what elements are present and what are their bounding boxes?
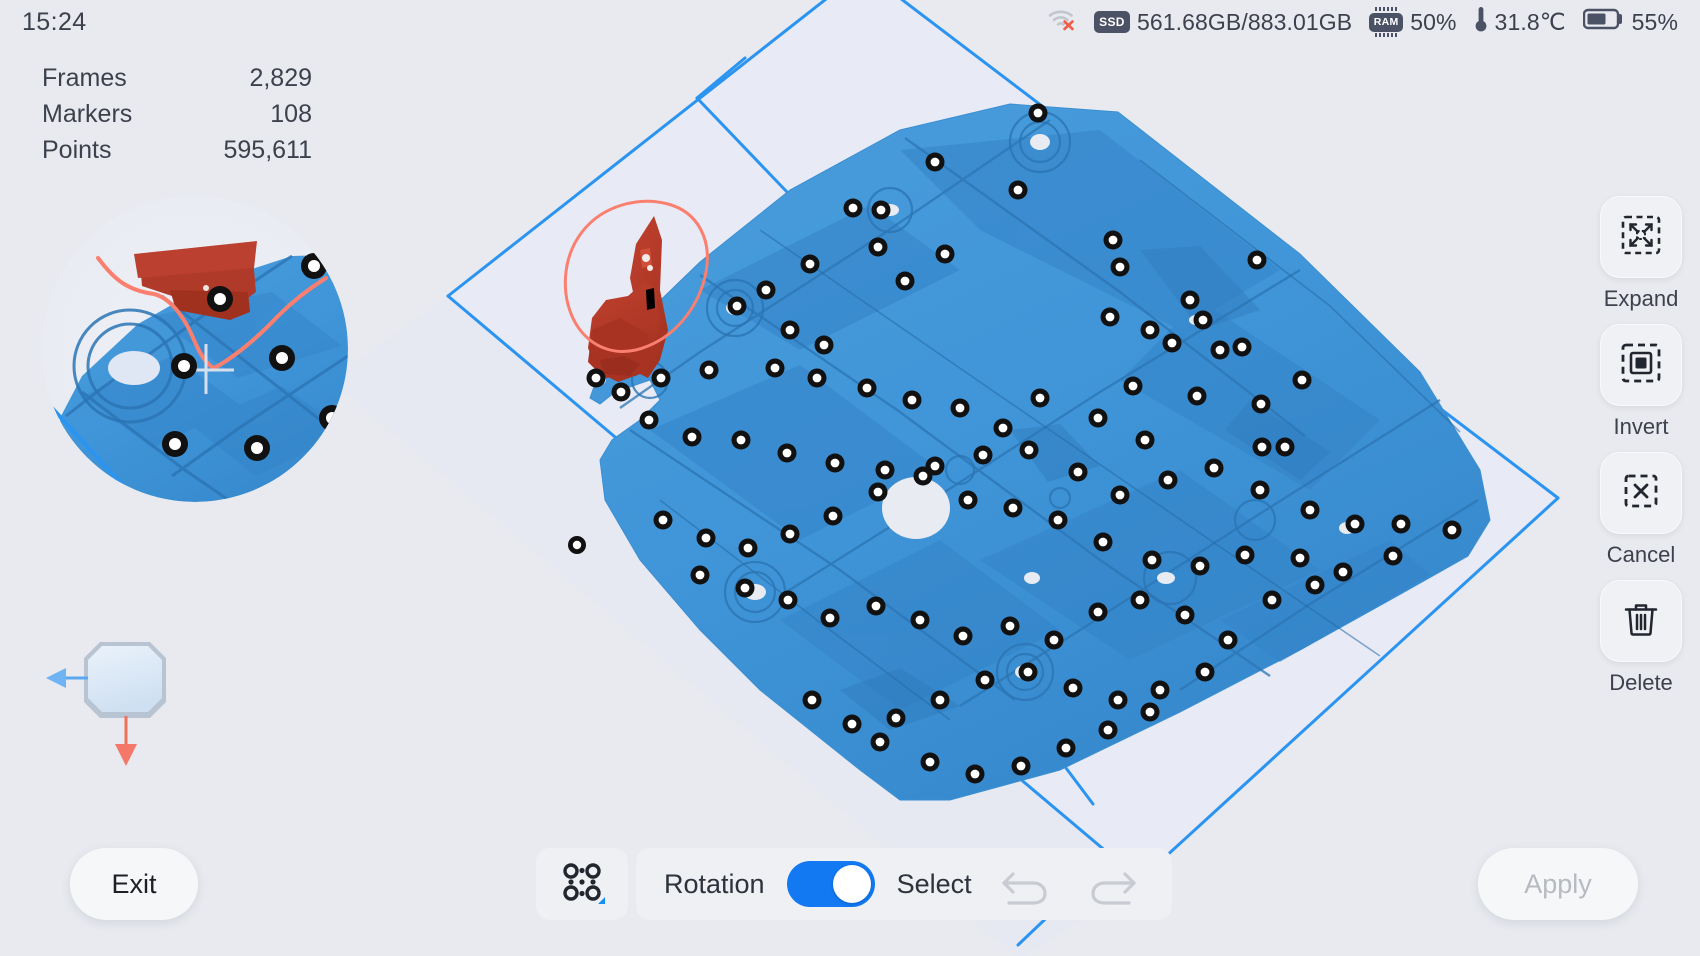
exit-button[interactable]: Exit (70, 848, 198, 920)
expand-button[interactable]: Expand (1600, 196, 1682, 312)
gizmo-axis-x (46, 668, 88, 688)
storage-status[interactable]: SSD 561.68GB/883.01GB (1094, 9, 1352, 36)
apply-button[interactable]: Apply (1478, 848, 1638, 920)
cancel-selection-icon (1620, 470, 1662, 517)
invert-button[interactable]: Invert (1600, 324, 1682, 440)
thermometer-icon (1474, 5, 1488, 39)
wifi-off-icon (1047, 7, 1077, 37)
redo-button[interactable] (1080, 862, 1144, 906)
toggle-knob (833, 865, 871, 903)
expand-label: Expand (1604, 286, 1679, 312)
cancel-button[interactable]: Cancel (1600, 452, 1682, 568)
undo-button[interactable] (994, 862, 1058, 906)
battery-icon (1583, 7, 1625, 37)
stat-value-points: 595,611 (223, 132, 312, 168)
orientation-gizmo[interactable] (38, 620, 208, 780)
isolated-marker (568, 536, 586, 554)
rotation-select-panel: Rotation Select (636, 848, 1172, 920)
gizmo-cube (84, 642, 166, 718)
memory-status[interactable]: RAM 50% (1369, 7, 1456, 37)
stat-row-markers: Markers 108 (42, 96, 312, 132)
undo-icon (999, 862, 1053, 906)
stat-value-markers: 108 (270, 96, 312, 132)
mode-toolbar: Rotation Select (536, 848, 1172, 920)
memory-value: 50% (1410, 9, 1456, 36)
magnifier-preview (42, 196, 348, 502)
stat-label-frames: Frames (42, 60, 127, 96)
wifi-status[interactable] (1047, 7, 1077, 37)
temperature-value: 31.8℃ (1495, 9, 1566, 36)
scan-stats-panel: Frames 2,829 Markers 108 Points 595,611 (42, 60, 312, 168)
cancel-label: Cancel (1607, 542, 1675, 568)
invert-label: Invert (1613, 414, 1668, 440)
marker-pattern-icon (558, 858, 606, 911)
redo-icon (1085, 862, 1139, 906)
ram-icon: RAM (1369, 7, 1403, 37)
marker-tool-button[interactable] (536, 848, 628, 920)
stat-label-points: Points (42, 132, 111, 168)
expand-selection-icon (1620, 214, 1662, 261)
stat-label-markers: Markers (42, 96, 132, 132)
delete-button[interactable]: Delete (1600, 580, 1682, 696)
stat-row-frames: Frames 2,829 (42, 60, 312, 96)
rotation-mode-label[interactable]: Rotation (664, 869, 765, 900)
trash-icon (1620, 598, 1662, 645)
ssd-icon: SSD (1094, 11, 1130, 33)
storage-value: 561.68GB/883.01GB (1137, 9, 1352, 36)
stat-value-frames: 2,829 (249, 60, 312, 96)
invert-selection-icon (1620, 342, 1662, 389)
stat-row-points: Points 595,611 (42, 132, 312, 168)
selection-toolbar: Expand Invert (1600, 196, 1682, 696)
battery-status[interactable]: 55% (1583, 7, 1678, 37)
rotation-select-toggle[interactable] (787, 861, 875, 907)
delete-label: Delete (1609, 670, 1673, 696)
battery-value: 55% (1632, 9, 1678, 36)
select-mode-label[interactable]: Select (897, 869, 972, 900)
temperature-status[interactable]: 31.8℃ (1474, 5, 1566, 39)
scanner-app: 15:24 (0, 0, 1700, 956)
gizmo-axis-y (115, 716, 137, 766)
